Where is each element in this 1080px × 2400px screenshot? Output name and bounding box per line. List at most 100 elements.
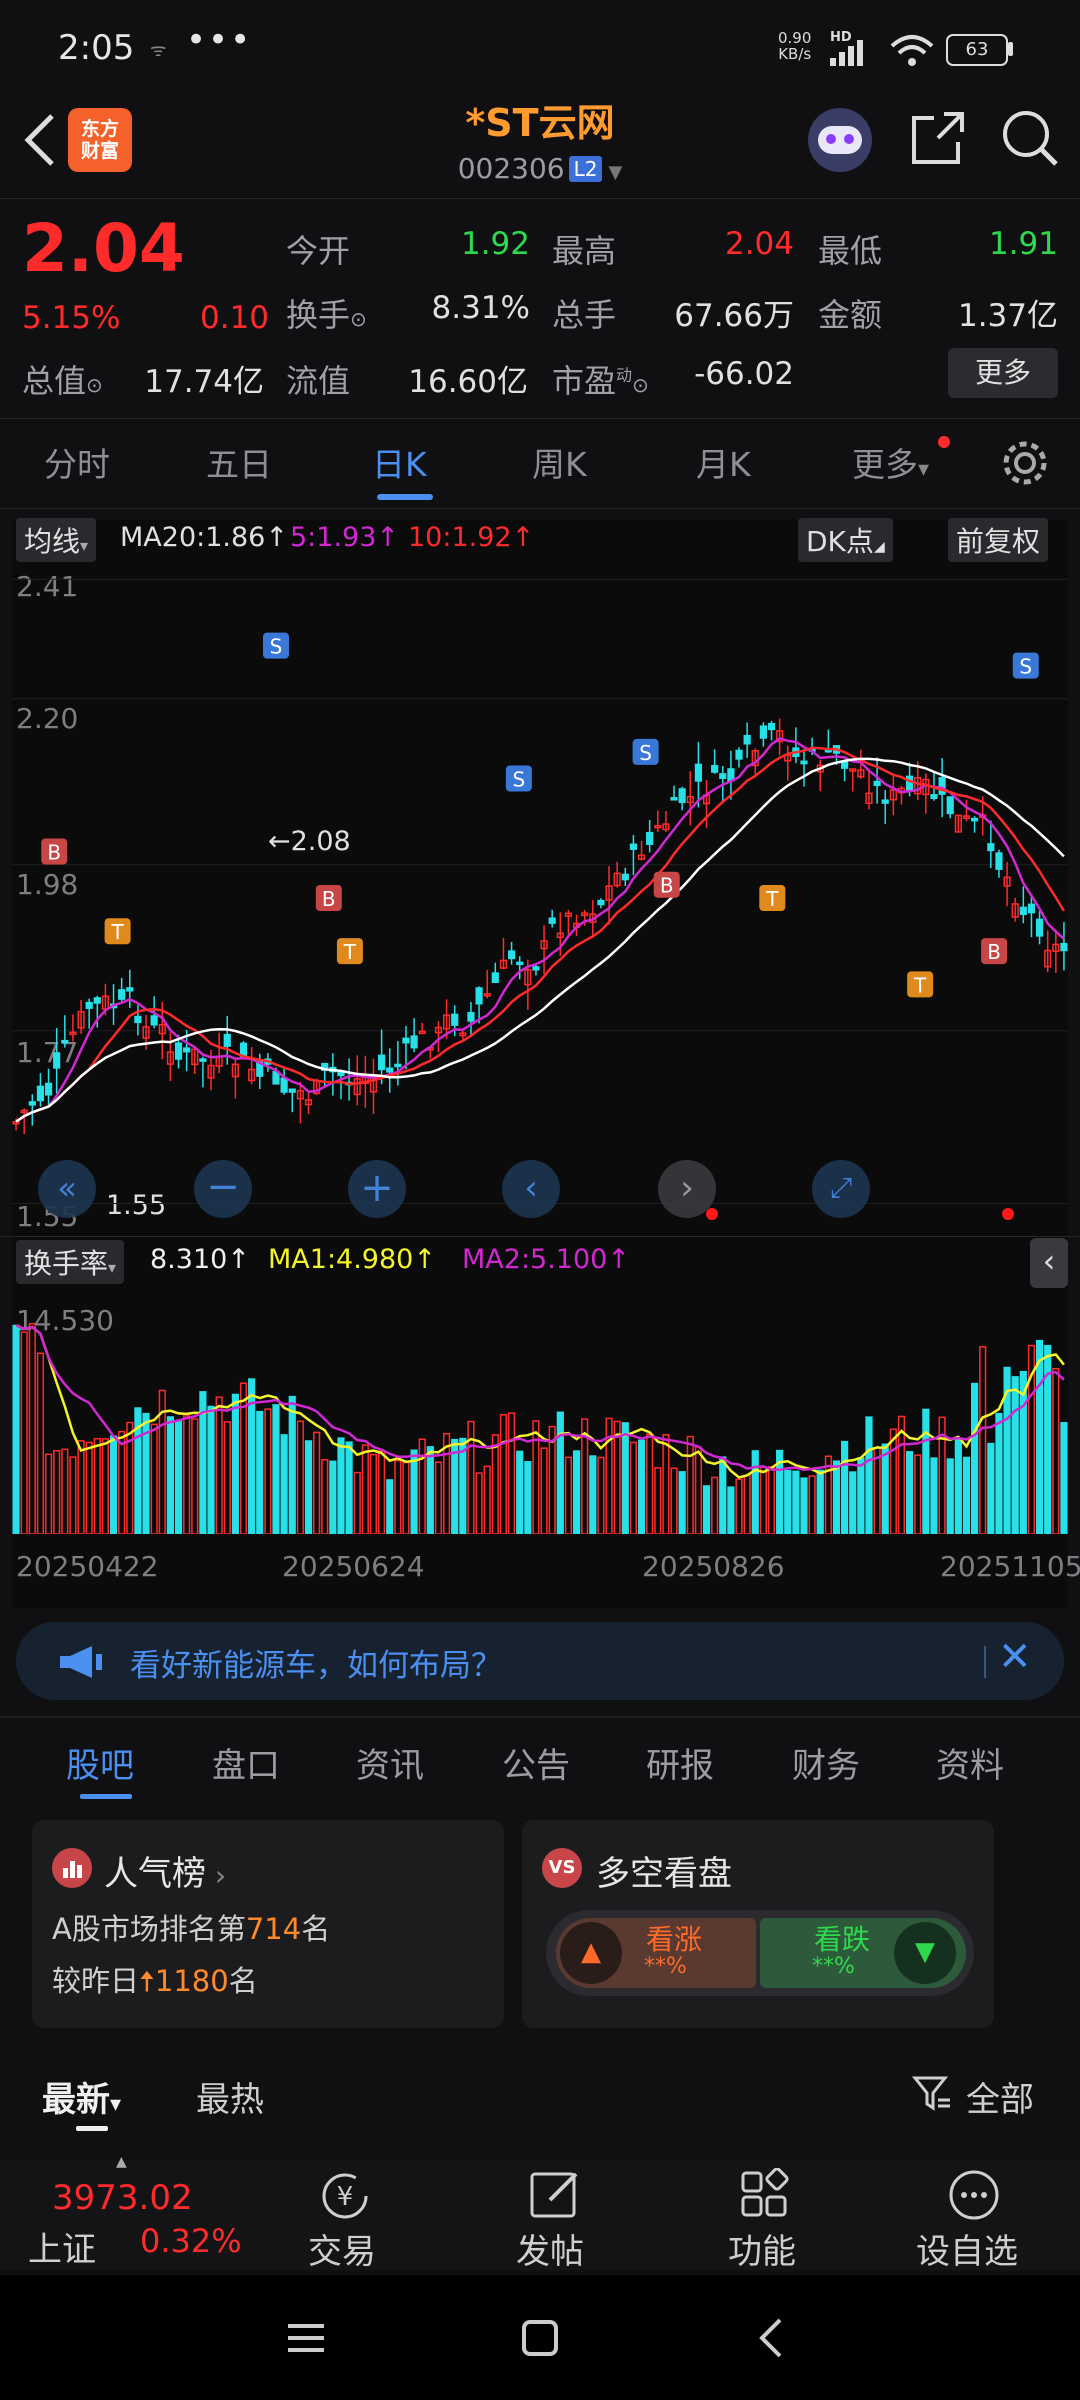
- tab-finance[interactable]: 财务: [792, 1738, 860, 1787]
- sentiment-title: 多空看盘: [596, 1854, 732, 1894]
- svg-text:B: B: [47, 841, 61, 865]
- candle-body: [475, 987, 483, 1005]
- svg-text:T: T: [913, 973, 927, 997]
- rank-change: 较昨日🠅1180名: [52, 1964, 258, 1998]
- index-change: 0.32%: [140, 2222, 242, 2260]
- turnover-bar: [410, 1449, 418, 1534]
- tab-weekly-k[interactable]: 周K: [532, 438, 587, 486]
- turnover-bar: [767, 1466, 776, 1534]
- float-mv-label: 流值: [286, 362, 351, 400]
- index-value[interactable]: 3973.02: [52, 2178, 193, 2218]
- fullscreen-icon[interactable]: ⤢: [812, 1160, 870, 1218]
- functions-grid-icon[interactable]: [738, 2168, 794, 2222]
- turnover-bar: [85, 1441, 93, 1534]
- turnover-bar: [1052, 1367, 1060, 1534]
- candle-body: [800, 760, 808, 765]
- turnover-bar: [962, 1456, 971, 1534]
- settings-gear-icon[interactable]: [1000, 438, 1050, 488]
- tab-news[interactable]: 资讯: [356, 1738, 424, 1787]
- more-quote-button[interactable]: 更多: [948, 348, 1058, 398]
- ma-selector[interactable]: 均线▾: [16, 518, 97, 562]
- filter-all-label[interactable]: 全部: [966, 2072, 1034, 2121]
- share-icon[interactable]: [908, 110, 968, 168]
- tab-guba[interactable]: 股吧: [66, 1738, 134, 1787]
- candle-body: [174, 1042, 183, 1060]
- tab-more[interactable]: 更多▾: [852, 438, 929, 486]
- pe-label[interactable]: 市盈动⊙: [552, 356, 649, 402]
- turnover-bar: [597, 1456, 605, 1534]
- total-mv-label[interactable]: 总值⊙: [22, 356, 103, 402]
- high-label: 最高: [552, 232, 617, 270]
- candle-body: [646, 832, 654, 845]
- tab-intraday[interactable]: 分时: [44, 438, 110, 486]
- yen-circle-icon[interactable]: ¥: [314, 2170, 376, 2220]
- chevron-down-icon: ▾: [80, 536, 89, 555]
- date-label: 20250624: [282, 1550, 425, 1583]
- turnover-bar: [264, 1408, 272, 1534]
- tab-pankou[interactable]: 盘口: [212, 1738, 280, 1787]
- bear-percent: **%: [812, 1954, 855, 1979]
- candle-body: [199, 1058, 207, 1062]
- tab-profile[interactable]: 资料: [936, 1738, 1004, 1787]
- indicator-selector[interactable]: 换手率▾: [16, 1240, 125, 1284]
- feed-tab-latest[interactable]: 最新▾: [42, 2072, 121, 2121]
- turnover-bar: [662, 1434, 670, 1534]
- candle-body: [288, 1088, 296, 1093]
- turnover-bar: [223, 1421, 231, 1534]
- zoom-out-icon[interactable]: −: [194, 1160, 252, 1218]
- collapse-panel-icon[interactable]: ‹: [1030, 1238, 1068, 1288]
- turnover-bar: [516, 1450, 524, 1534]
- tab-daily-k[interactable]: 日K: [372, 438, 427, 486]
- new-dot-badge: [938, 436, 950, 448]
- turnover-bar: [215, 1396, 223, 1534]
- home-icon[interactable]: [520, 2318, 560, 2358]
- turnover-bar: [77, 1440, 85, 1534]
- megaphone-icon: [60, 1646, 102, 1678]
- turnover-bar: [20, 1331, 28, 1534]
- recent-apps-icon[interactable]: [286, 2318, 326, 2358]
- bull-percent: **%: [644, 1954, 687, 1979]
- trade-button[interactable]: 交易: [308, 2224, 376, 2273]
- candle-body: [743, 734, 751, 745]
- candle-body: [394, 1063, 402, 1068]
- active-tab-indicator: [377, 494, 433, 500]
- more-options-icon[interactable]: [946, 2168, 1002, 2222]
- filter-icon[interactable]: [912, 2074, 952, 2114]
- dk-point-button[interactable]: DK点◢: [798, 518, 893, 562]
- signal-badge: S: [263, 632, 289, 659]
- candle-body: [134, 1015, 142, 1024]
- turnover-bar: [378, 1450, 386, 1534]
- back-nav-icon[interactable]: [756, 2316, 786, 2360]
- candle-body: [719, 773, 727, 779]
- turnover-bar: [288, 1395, 296, 1534]
- zoom-in-icon[interactable]: +: [348, 1160, 406, 1218]
- edit-post-icon[interactable]: [528, 2168, 584, 2222]
- index-name: 上证: [28, 2230, 96, 2270]
- turnover-bar: [53, 1450, 61, 1534]
- close-icon[interactable]: ✕: [998, 1634, 1032, 1680]
- turnover-bar: [166, 1416, 174, 1534]
- signal-badge: B: [653, 871, 680, 898]
- robot-assistant-icon[interactable]: [808, 108, 872, 172]
- post-button[interactable]: 发帖: [516, 2224, 584, 2273]
- turnover-bar: [475, 1472, 483, 1534]
- functions-button[interactable]: 功能: [728, 2224, 796, 2273]
- ma5-legend: 5:1.93↑: [290, 522, 400, 553]
- turnover-label[interactable]: 换手⊙: [286, 290, 367, 336]
- candle-body: [378, 1054, 386, 1071]
- candle-body: [597, 899, 605, 906]
- candle-body: [995, 852, 1003, 870]
- turnover-bar: [93, 1437, 101, 1534]
- tab-announcements[interactable]: 公告: [502, 1738, 570, 1787]
- search-icon[interactable]: [1000, 108, 1060, 168]
- tab-five-day[interactable]: 五日: [206, 438, 272, 486]
- feed-tab-hot[interactable]: 最热: [196, 2072, 264, 2121]
- scroll-left-icon[interactable]: «: [38, 1160, 96, 1218]
- adjustment-button[interactable]: 前复权: [948, 518, 1049, 562]
- tab-monthly-k[interactable]: 月K: [696, 438, 751, 486]
- turnover-bar: [329, 1460, 337, 1534]
- tab-research[interactable]: 研报: [646, 1738, 714, 1787]
- battery-icon: 63: [946, 34, 1008, 66]
- add-watchlist-button[interactable]: 设自选: [916, 2224, 1018, 2273]
- previous-icon[interactable]: ‹: [502, 1160, 560, 1218]
